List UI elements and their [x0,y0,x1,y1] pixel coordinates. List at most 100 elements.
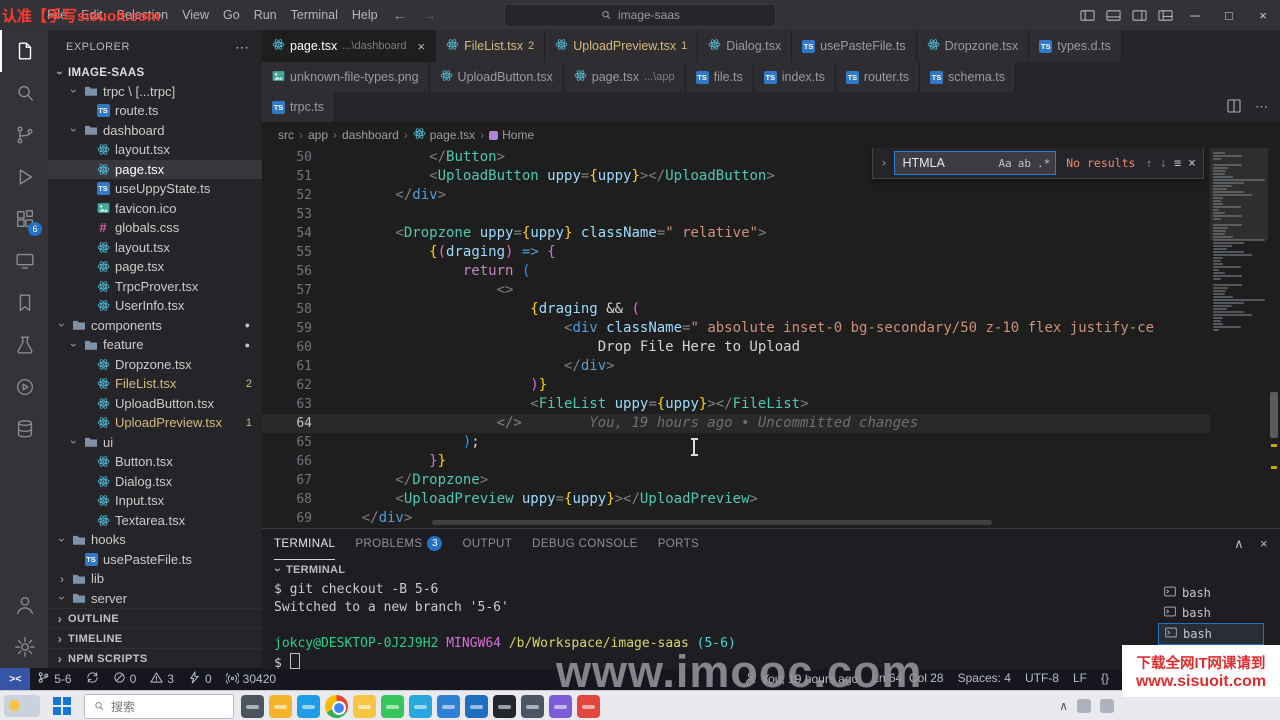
activity-explorer-icon[interactable] [0,30,48,72]
taskbar-taskview-icon[interactable] [241,694,264,718]
tree-item[interactable]: TrpcProver.tsx [48,277,262,297]
workspace-root[interactable]: › IMAGE-SAAS [48,64,262,82]
find-input[interactable] [900,155,993,171]
close-icon[interactable]: × [1246,0,1280,30]
tab-UploadPreview.tsx[interactable]: UploadPreview.tsx 1 [545,30,699,62]
find-previous-icon[interactable]: ↑ [1145,156,1152,170]
tree-item[interactable]: favicon.ico [48,199,262,219]
more-actions-icon[interactable]: ⋯ [1255,99,1268,115]
breadcrumb-item-app[interactable]: app [308,128,328,142]
toggle-sidebar-icon[interactable] [1074,0,1100,30]
panel-tab-problems[interactable]: PROBLEMS 3 [355,529,443,560]
forward-icon[interactable]: → [415,7,445,23]
breadcrumb-item-src[interactable]: src [278,128,294,142]
tree-item[interactable]: › feature ● [48,335,262,355]
maximize-panel-icon[interactable]: ∧ [1234,536,1244,552]
menu-item-run[interactable]: Run [247,8,284,22]
terminal-instance[interactable]: bash [1158,623,1264,645]
tree-item[interactable]: Textarea.tsx [48,511,262,531]
tray-icon[interactable] [1077,699,1091,713]
tab-file.ts[interactable]: TS file.ts [685,62,754,92]
activity-run-debug-icon[interactable] [0,156,48,198]
tree-item[interactable]: layout.tsx [48,140,262,160]
status-indentation[interactable]: Spaces: 4 [951,671,1018,685]
tree-item[interactable]: Button.tsx [48,452,262,472]
close-find-icon[interactable]: × [1188,156,1196,171]
status-errors[interactable]: 0 [106,668,144,690]
tree-item[interactable]: page.tsx [48,159,262,179]
taskbar-vscode-insiders-icon[interactable] [465,694,488,718]
tree-item[interactable]: › lib [48,569,262,589]
toggle-panel-icon[interactable] [1100,0,1126,30]
tab-index.ts[interactable]: TS index.ts [753,62,836,92]
tree-item[interactable]: page.tsx [48,257,262,277]
toggle-secondary-sidebar-icon[interactable] [1126,0,1152,30]
split-editor-icon[interactable] [1227,98,1241,116]
tab-FileList.tsx[interactable]: FileList.tsx 2 [436,30,546,62]
taskbar-qq-icon[interactable] [409,694,432,718]
breadcrumb-item-dashboard[interactable]: dashboard [342,128,399,142]
status-sync[interactable] [79,668,106,690]
menu-item-view[interactable]: View [175,8,216,22]
activity-remote-explorer-icon[interactable] [0,240,48,282]
status-branch[interactable]: 5-6 [30,668,78,690]
tree-item[interactable]: TS usePasteFile.ts [48,550,262,570]
command-center-search[interactable]: image-saas [504,3,776,27]
taskbar-obs-icon[interactable] [521,694,544,718]
tree-item[interactable]: UploadButton.tsx [48,394,262,414]
panel-tab-output[interactable]: OUTPUT [462,529,512,560]
tree-item[interactable]: Input.tsx [48,491,262,511]
activity-extensions-icon[interactable]: 6 [0,198,48,240]
taskbar-search[interactable]: 搜索 [84,693,234,719]
tab-router.ts[interactable]: TS router.ts [835,62,921,92]
scrollbar-thumb[interactable] [1270,392,1278,438]
menu-item-go[interactable]: Go [216,8,247,22]
panel-tab-terminal[interactable]: TERMINAL [274,529,336,560]
taskbar-vscode-icon[interactable] [437,694,460,718]
code-editor[interactable]: 50 </Button> 51 <UploadButton uppy={uppy}… [262,148,1280,528]
status-language[interactable]: {} [1094,671,1116,685]
close-panel-icon[interactable]: × [1260,536,1268,552]
tree-item[interactable]: Dropzone.tsx [48,355,262,375]
tree-item[interactable]: UserInfo.tsx [48,296,262,316]
overview-ruler[interactable] [1268,148,1280,528]
terminal-section-header[interactable]: › TERMINAL [262,559,1280,581]
minimap-slider[interactable] [1210,148,1268,240]
tab-Dropzone.tsx[interactable]: Dropzone.tsx [916,30,1030,62]
tree-item[interactable]: › ui [48,433,262,453]
tree-item[interactable]: FileList.tsx 2 [48,374,262,394]
customize-layout-icon[interactable] [1152,0,1178,30]
close-tab-icon[interactable]: × [417,39,425,54]
tree-item[interactable]: › components ● [48,316,262,336]
status-ports[interactable]: 0 [181,668,219,690]
tab-trpc.ts[interactable]: TS trpc.ts [262,92,336,122]
status-remote[interactable]: >< [0,668,31,690]
breadcrumb-item-page-tsx[interactable]: page.tsx [430,128,475,142]
minimap[interactable] [1210,148,1268,528]
status-warnings[interactable]: 3 [143,668,181,690]
activity-search-icon[interactable] [0,72,48,114]
terminal-instance[interactable]: bash [1158,583,1264,603]
tree-item[interactable]: TS route.ts [48,101,262,121]
whole-word-icon[interactable]: ab [1018,157,1031,170]
activity-database-icon[interactable] [0,408,48,450]
taskbar-wechat-icon[interactable] [381,694,404,718]
more-actions-icon[interactable]: ⋯ [235,39,250,56]
maximize-icon[interactable]: □ [1212,0,1246,30]
tree-item[interactable]: TS useUppyState.ts [48,179,262,199]
taskbar-folder-icon[interactable] [353,694,376,718]
tab-page.tsx[interactable]: page.tsx ...\dashboard × [262,30,437,62]
tab-Dialog.tsx[interactable]: Dialog.tsx [698,30,793,62]
tree-item[interactable]: Dialog.tsx [48,472,262,492]
tree-item[interactable]: › dashboard [48,121,262,141]
tab-page.tsx[interactable]: page.tsx ...\app [563,62,686,92]
activity-account-icon[interactable] [0,584,48,626]
activity-bookmarks-icon[interactable] [0,282,48,324]
tree-item[interactable]: › trpc \ [...trpc] [48,82,262,102]
weather-widget[interactable] [4,695,40,717]
activity-settings-icon[interactable] [0,626,48,668]
find-next-icon[interactable]: ↓ [1160,156,1167,170]
tree-item[interactable]: layout.tsx [48,238,262,258]
tree-item[interactable]: # globals.css [48,218,262,238]
toggle-replace-icon[interactable]: › [880,156,887,170]
